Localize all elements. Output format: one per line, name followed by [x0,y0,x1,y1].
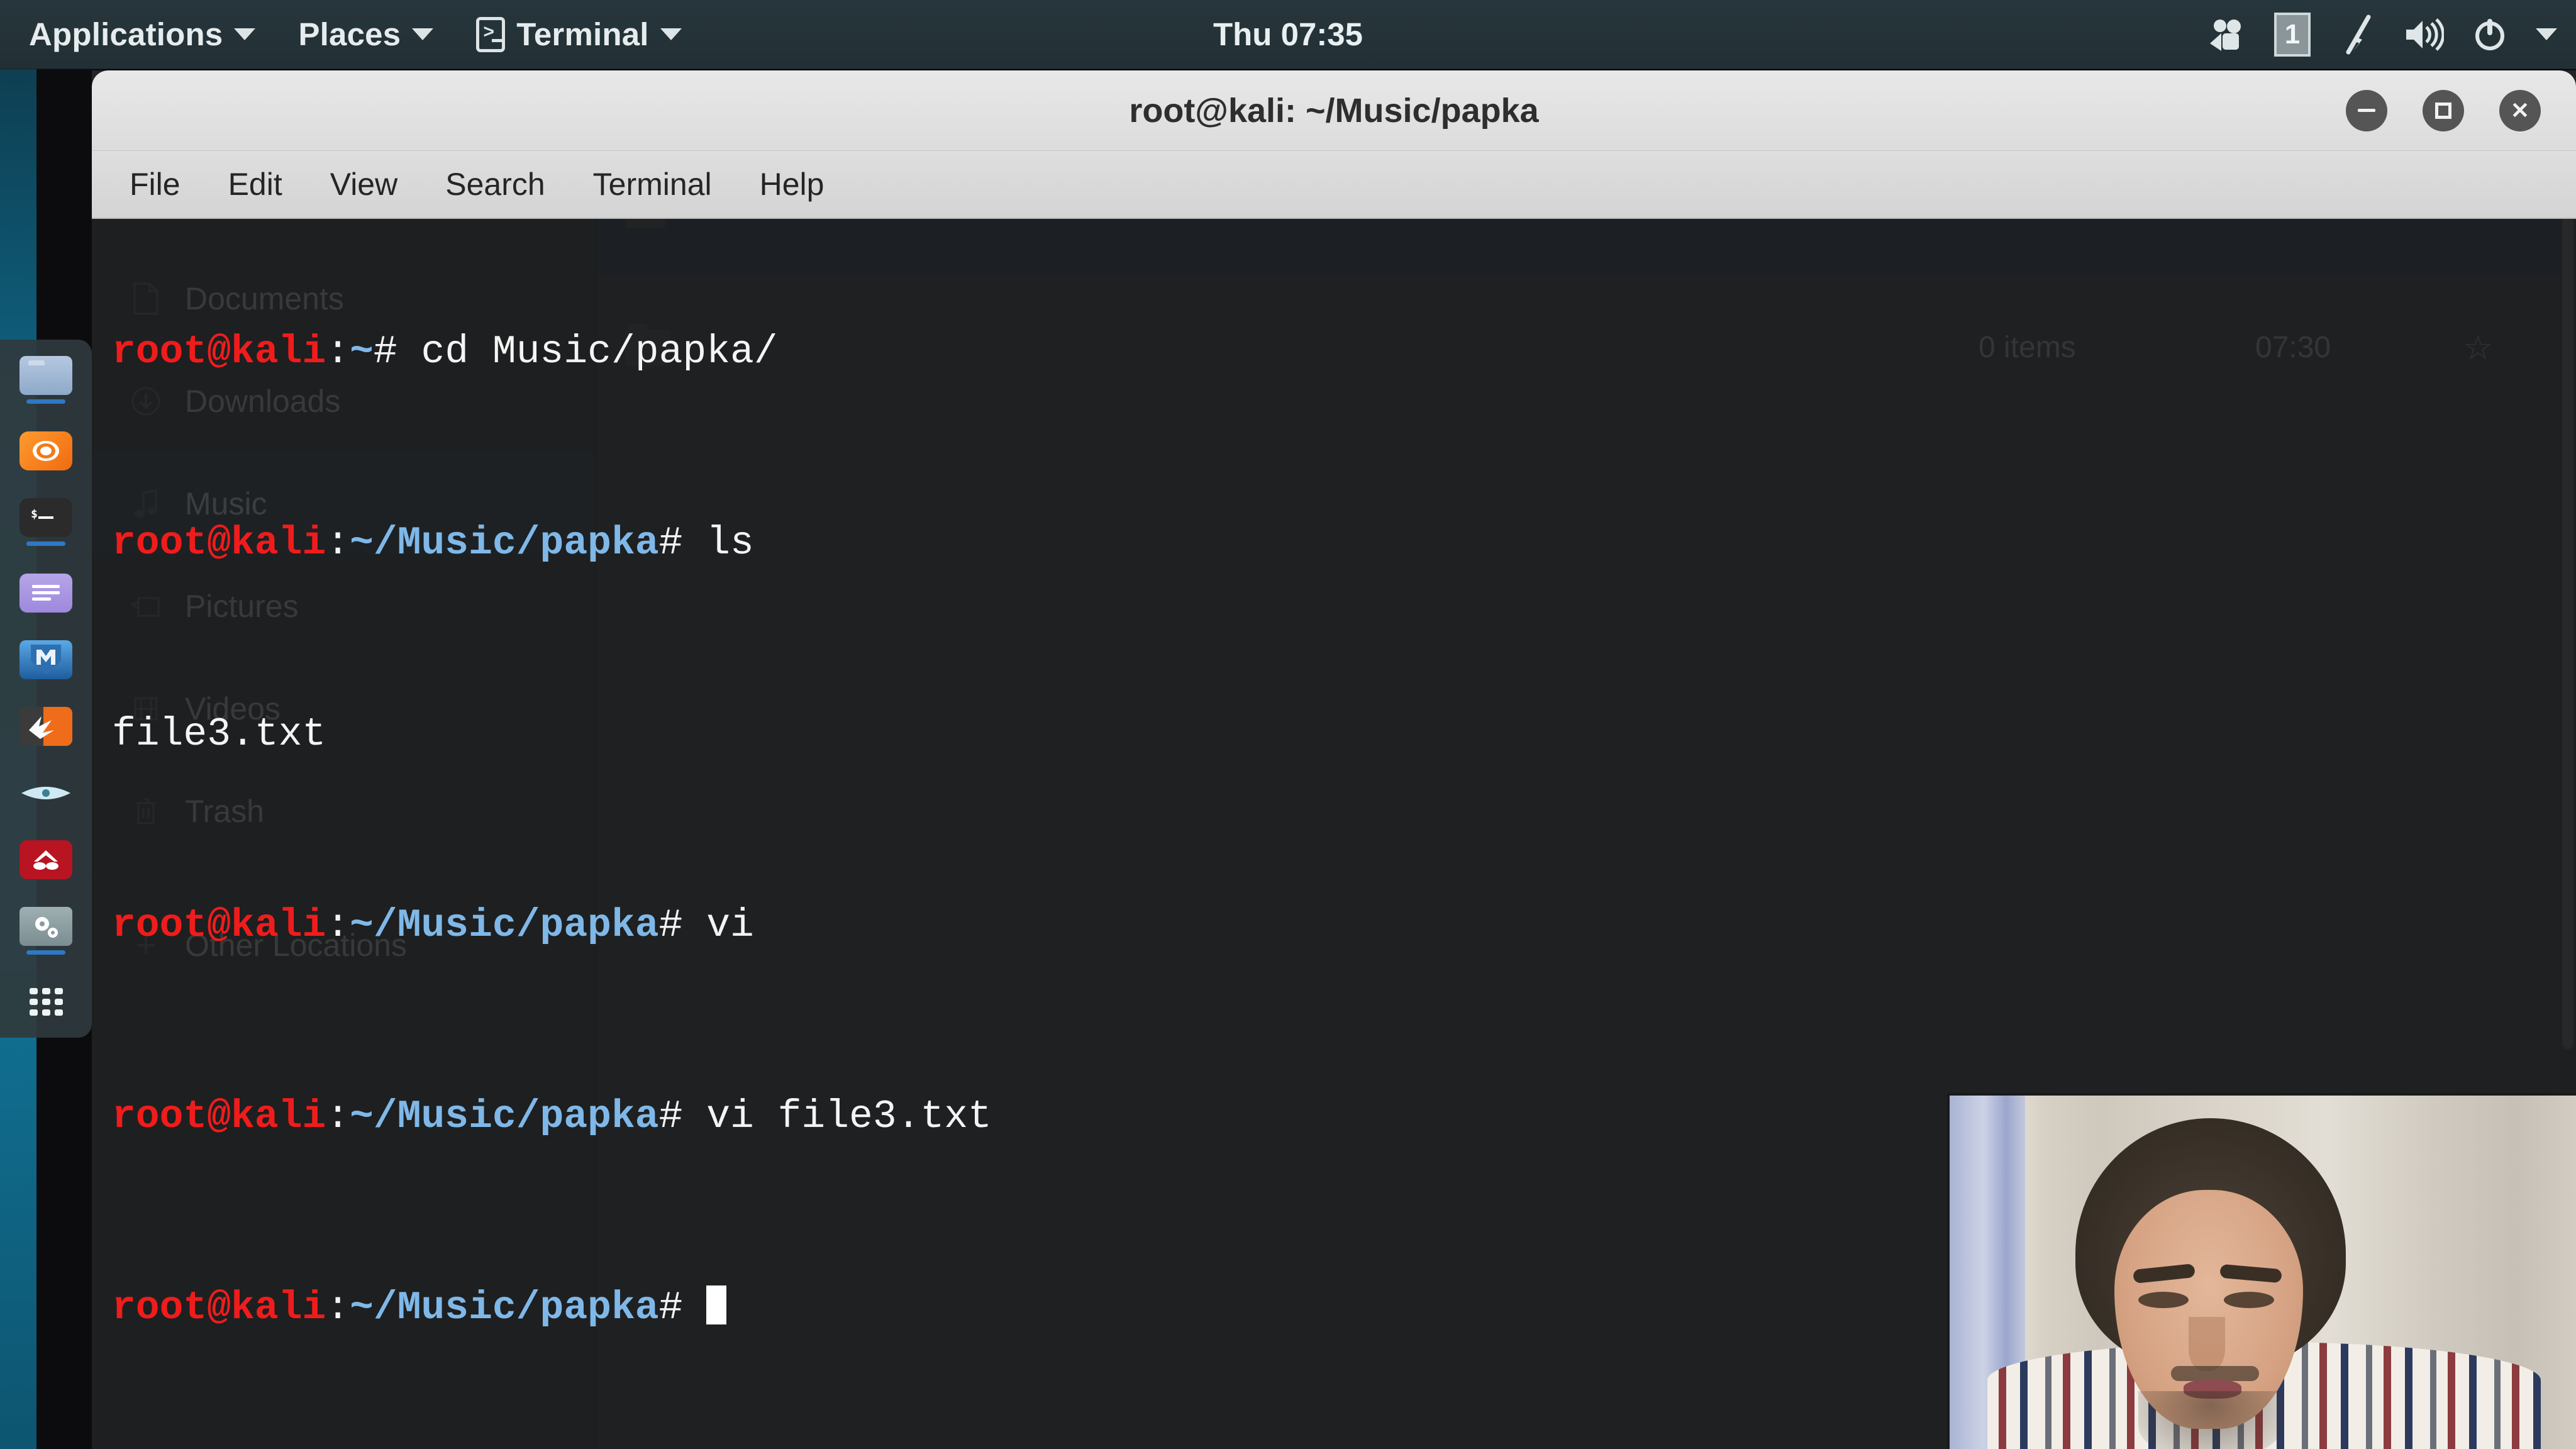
close-button[interactable]: ✕ [2499,89,2541,131]
terminal-icon [476,16,506,52]
dock-item-burp-suite[interactable] [18,707,74,746]
svg-text:$: $ [31,508,38,521]
workspace-indicator[interactable]: 1 [2274,12,2311,57]
prompt-path: ~/Music/papka [350,903,659,948]
grid-icon [19,982,72,1021]
webcam-person-beard [2138,1391,2283,1449]
prompt-user: root@kali [112,330,326,374]
prompt-separator: : [326,521,350,565]
dock-item-text-editor[interactable] [18,574,74,613]
terminal-titlebar[interactable]: root@kali: ~/Music/papka ✕ [92,70,2576,151]
screen: Applications Places Terminal Thu 07:35 1 [0,0,2576,1449]
terminal-line: root@kali:~/Music/papka# vi [112,902,2576,950]
window-title: root@kali: ~/Music/papka [1129,91,1539,130]
network-icon[interactable] [2338,14,2376,55]
prompt-user: root@kali [112,1094,326,1139]
webcam-person-eye-left [2138,1292,2189,1308]
files-icon [19,356,72,395]
prompt-mark: # [658,521,707,565]
dock-item-settings[interactable] [18,907,74,955]
terminal-line: root@kali:~/Music/papka# ls [112,519,2576,567]
firefox-icon [19,431,72,470]
volume-icon[interactable] [2404,17,2444,52]
terminal-line: file3.txt [112,711,2576,758]
prompt-user: root@kali [112,903,326,948]
maximize-button[interactable] [2423,89,2464,131]
burp-suite-icon [19,707,72,746]
prompt-mark: # [658,1285,707,1330]
webcam-overlay [1947,1093,2576,1449]
prompt-mark: # [658,1094,707,1139]
gear-icon [19,907,72,946]
menu-view[interactable]: View [313,161,415,208]
dock-item-firefox[interactable] [18,431,74,470]
wireshark-icon [19,774,72,813]
applications-menu[interactable]: Applications [0,0,277,69]
terminal-command: ls [706,521,754,565]
top-panel: Applications Places Terminal Thu 07:35 1 [0,0,2576,69]
running-indicator [26,399,65,404]
menu-edit[interactable]: Edit [211,161,300,208]
chevron-down-icon[interactable] [2536,28,2557,40]
terminal-window-menu[interactable]: Terminal [455,0,702,69]
clock[interactable]: Thu 07:35 [1213,16,1363,53]
prompt-mark: # [658,903,707,948]
text-editor-icon [19,574,72,613]
webcam-person-nose [2189,1317,2225,1371]
chevron-down-icon [412,28,434,40]
terminal-output: file3.txt [112,712,326,757]
terminal-command: vi [706,903,754,948]
dock-item-wireshark[interactable] [18,774,74,813]
dock-item-show-applications[interactable] [18,982,74,1021]
places-menu-label: Places [298,16,401,52]
prompt-path: ~ [350,330,374,374]
menu-terminal[interactable]: Terminal [575,161,730,208]
menu-help[interactable]: Help [742,161,842,208]
prompt-separator: : [326,1285,350,1330]
armitage-icon [19,840,72,879]
prompt-separator: : [326,903,350,948]
menu-search[interactable]: Search [428,161,562,208]
window-controls: ✕ [2346,70,2541,150]
terminal-line: root@kali:~# cd Music/papka/ [112,328,2576,376]
dock-item-files[interactable] [18,356,74,404]
terminal-menubar: File Edit View Search Terminal Help [92,151,2576,219]
prompt-path: ~/Music/papka [350,1094,659,1139]
chevron-down-icon [660,28,682,40]
terminal-command: cd Music/papka/ [421,330,778,374]
system-tray: 1 [2206,0,2557,69]
chevron-down-icon [234,28,256,40]
screen-recorder-icon[interactable] [2206,18,2246,51]
webcam-person-eye-right [2224,1292,2274,1308]
dock-item-armitage[interactable] [18,840,74,879]
webcam-person-moustache [2171,1366,2259,1381]
terminal-cursor [706,1285,727,1324]
terminal-menu-label: Terminal [516,16,649,52]
applications-menu-label: Applications [29,16,223,52]
dock-item-metasploit[interactable] [18,640,74,679]
prompt-mark: # [373,330,421,374]
places-menu[interactable]: Places [277,0,455,69]
application-dock: $ [0,340,92,1038]
prompt-user: root@kali [112,1285,326,1330]
menu-file[interactable]: File [112,161,198,208]
prompt-path: ~/Music/papka [350,1285,659,1330]
power-icon[interactable] [2472,16,2508,53]
terminal-icon: $ [19,498,72,537]
dock-item-terminal[interactable]: $ [18,498,74,546]
running-indicator [26,950,65,955]
prompt-user: root@kali [112,521,326,565]
running-indicator [26,541,65,546]
metasploit-icon [19,640,72,679]
prompt-separator: : [326,330,350,374]
prompt-path: ~/Music/papka [350,521,659,565]
minimize-button[interactable] [2346,89,2387,131]
terminal-command: vi file3.txt [706,1094,992,1139]
prompt-separator: : [326,1094,350,1139]
